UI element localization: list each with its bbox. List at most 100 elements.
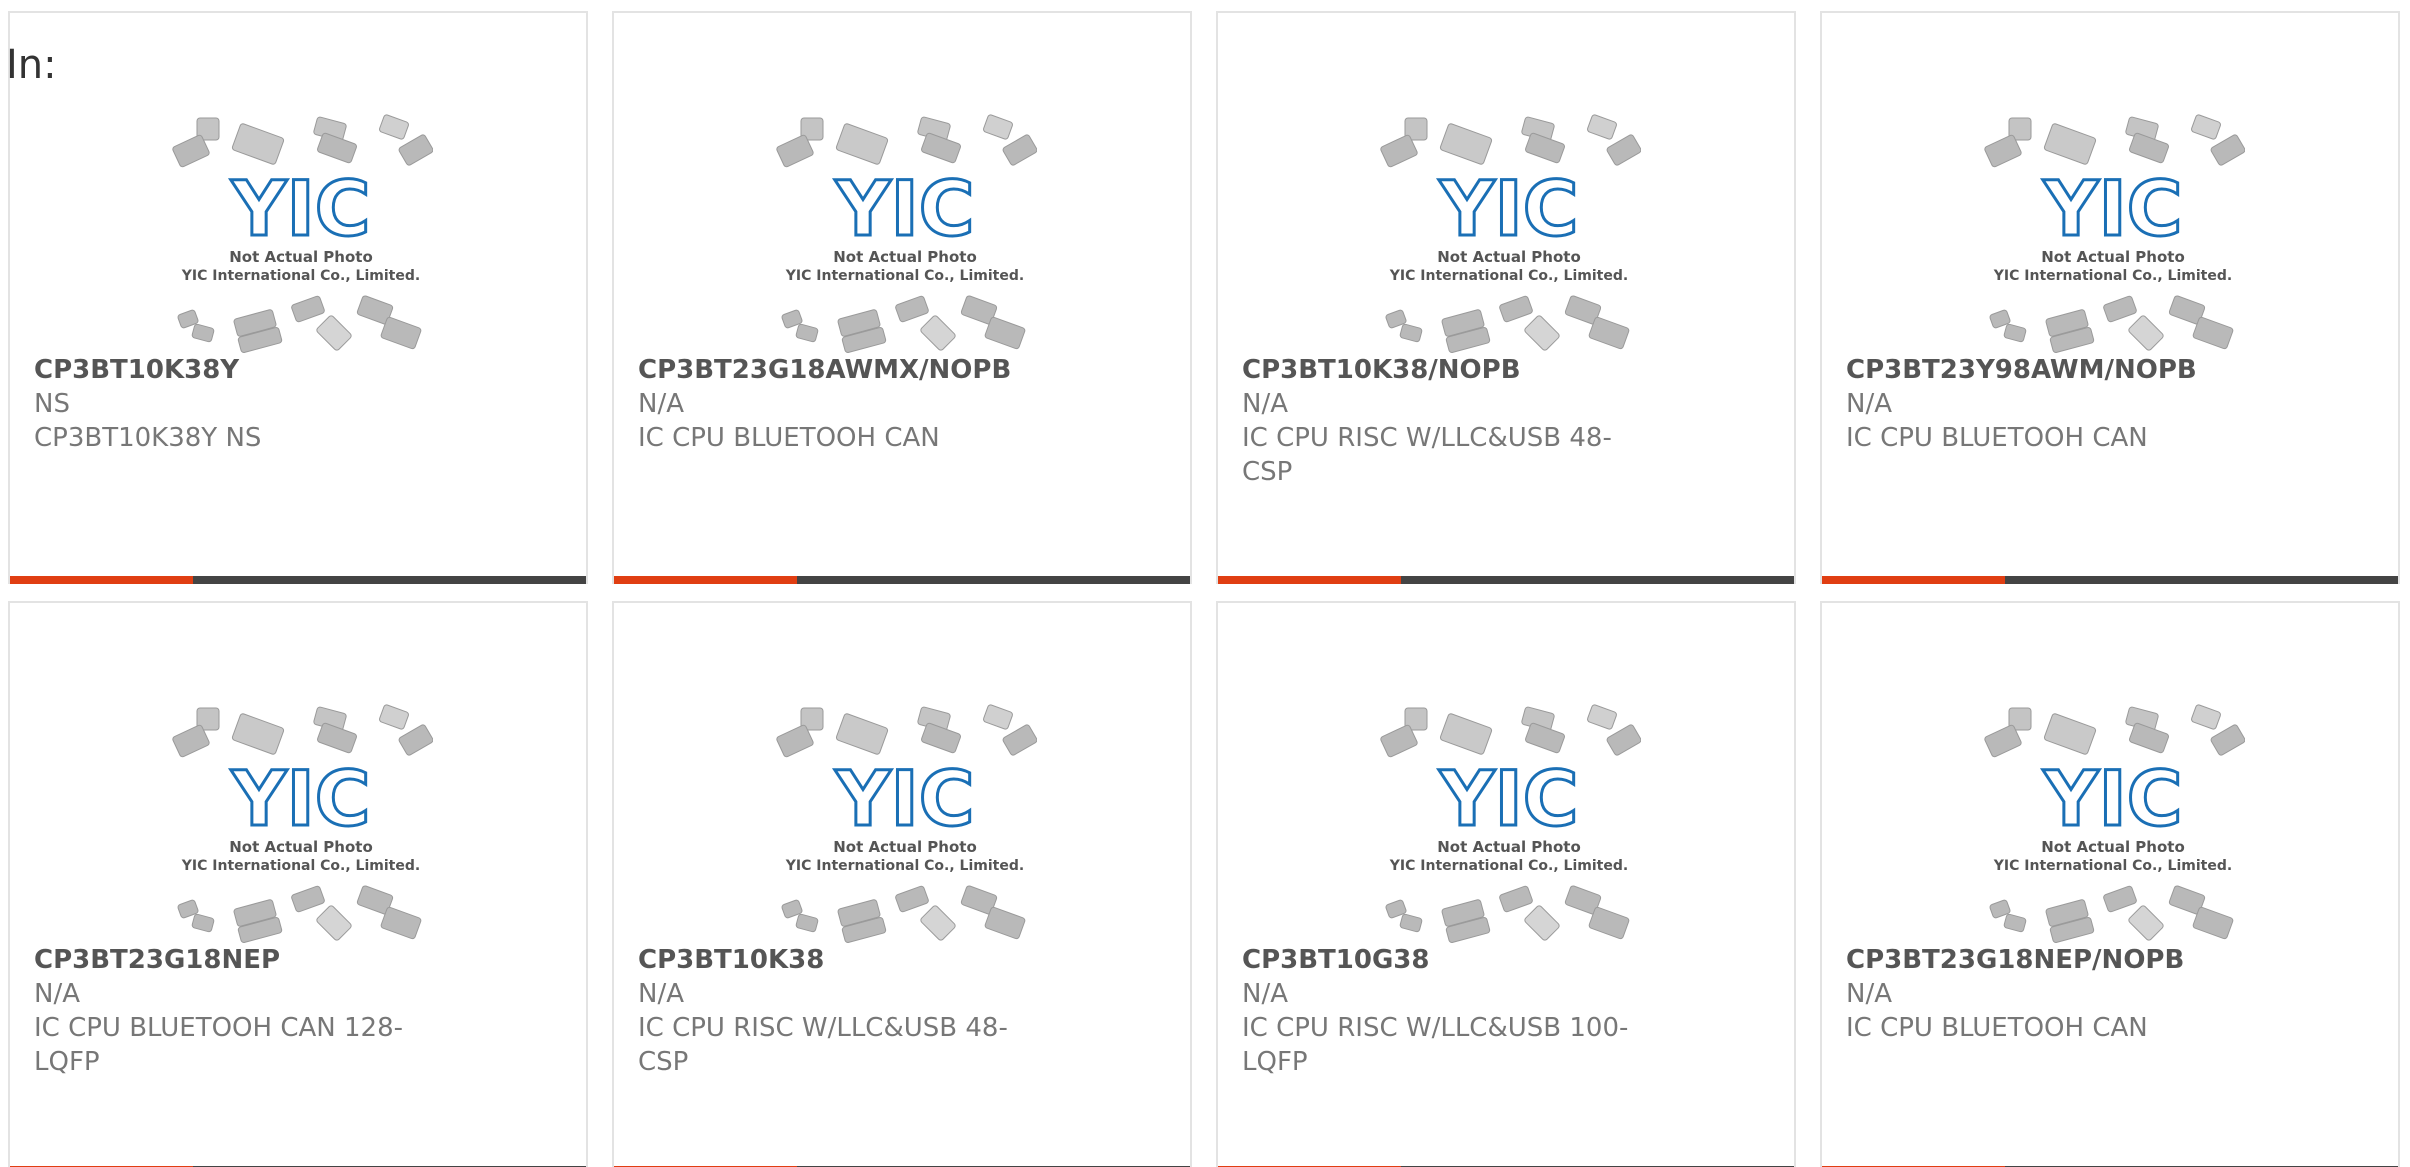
description: CP3BT10K38Y NS (34, 423, 262, 453)
description: IC CPU RISC W/LLC&USB 48-CSP (638, 1013, 1008, 1077)
chip-shape (379, 704, 409, 730)
chip-shape (2003, 913, 2027, 933)
placeholder-caption: Not Actual Photo (833, 838, 977, 856)
chip-shape (2191, 114, 2221, 140)
chip-shape (2129, 722, 2169, 754)
product-info: CP3BT23Y98AWM/NOPB N/A IC CPU BLUETOOH C… (1846, 353, 2246, 455)
chip-shape (1399, 323, 1423, 343)
part-number-link[interactable]: CP3BT10K38 (638, 943, 1038, 977)
chip-shape (920, 315, 956, 351)
manufacturer: N/A (1242, 389, 1288, 419)
chip-shape (317, 722, 357, 754)
chip-shape (1525, 722, 1565, 754)
chip-shape (2192, 316, 2234, 350)
chip-shape (983, 114, 1013, 140)
chip-shape (291, 295, 325, 323)
chip-shape (1399, 913, 1423, 933)
card-accent-bar (10, 576, 193, 584)
part-number-link[interactable]: CP3BT23G18AWMX/NOPB (638, 353, 1038, 387)
placeholder-caption: Not Actual Photo (2041, 838, 2185, 856)
part-number-link[interactable]: CP3BT23G18NEP (34, 943, 434, 977)
chip-shape (984, 906, 1026, 940)
chip-shape (2103, 885, 2137, 913)
product-image-placeholder[interactable]: YIC Not Actual Photo YIC International Co.… (169, 100, 433, 356)
placeholder-caption: YIC International Co., Limited. (785, 268, 1024, 284)
placeholder-caption: Not Actual Photo (833, 248, 977, 266)
product-card[interactable]: YIC Not Actual Photo YIC International Co.… (8, 601, 588, 1167)
description: IC CPU BLUETOOH CAN (638, 423, 940, 453)
placeholder-caption: YIC International Co., Limited. (1993, 858, 2232, 874)
product-image-placeholder[interactable]: YIC Not Actual Photo YIC International Co.… (1377, 100, 1641, 356)
product-listing-page: In: YIC Not Actual Photo YIC International… (0, 0, 2410, 1167)
product-card[interactable]: YIC Not Actual Photo YIC International Co.… (612, 601, 1192, 1167)
in-label: In: (6, 42, 57, 88)
product-card[interactable]: YIC Not Actual Photo YIC International Co.… (1820, 601, 2400, 1167)
product-card[interactable]: YIC Not Actual Photo YIC International Co.… (8, 11, 588, 584)
part-number-link[interactable]: CP3BT23Y98AWM/NOPB (1846, 353, 2246, 387)
placeholder-caption: YIC International Co., Limited. (181, 858, 420, 874)
chip-shape (1499, 885, 1533, 913)
product-info: CP3BT23G18AWMX/NOPB N/A IC CPU BLUETOOH … (638, 353, 1038, 455)
description: IC CPU RISC W/LLC&USB 48-CSP (1242, 423, 1612, 487)
chip-shape (1525, 132, 1565, 164)
chip-shape (2128, 315, 2164, 351)
product-image-placeholder[interactable]: YIC Not Actual Photo YIC International Co.… (773, 100, 1037, 356)
chip-shape (1588, 316, 1630, 350)
product-image-placeholder[interactable]: YIC Not Actual Photo YIC International Co.… (169, 690, 433, 946)
part-number-link[interactable]: CP3BT10G38 (1242, 943, 1642, 977)
product-info: CP3BT23G18NEP N/A IC CPU BLUETOOH CAN 12… (34, 943, 434, 1079)
product-info: CP3BT10K38Y NS CP3BT10K38Y NS (34, 353, 434, 455)
placeholder-caption: YIC International Co., Limited. (785, 858, 1024, 874)
manufacturer: N/A (638, 979, 684, 1009)
placeholder-graphic: YICNot Actual Photo YIC International Co.… (172, 114, 433, 353)
card-bottom-bar (1218, 576, 1794, 584)
chip-shape (984, 316, 1026, 350)
part-number-link[interactable]: CP3BT10K38Y (34, 353, 434, 387)
part-number-link[interactable]: CP3BT23G18NEP/NOPB (1846, 943, 2246, 977)
product-card[interactable]: YIC Not Actual Photo YIC International Co.… (1216, 11, 1796, 584)
chip-shape (1587, 114, 1617, 140)
product-card[interactable]: YIC Not Actual Photo YIC International Co.… (612, 11, 1192, 584)
placeholder-graphic: YICNot Actual Photo YIC International Co.… (1984, 114, 2245, 353)
chip-shape (317, 132, 357, 164)
manufacturer: N/A (1242, 979, 1288, 1009)
chip-shape (2103, 295, 2137, 323)
product-grid: YIC Not Actual Photo YIC International Co.… (8, 11, 2400, 1167)
chip-shape (316, 315, 352, 351)
chip-shape (835, 713, 889, 755)
yic-logo-icon: YIC (834, 754, 974, 843)
chip-shape (2043, 123, 2097, 165)
chip-shape (291, 885, 325, 913)
card-accent-bar (1218, 576, 1401, 584)
placeholder-caption: Not Actual Photo (1437, 838, 1581, 856)
product-image-placeholder[interactable]: YIC Not Actual Photo YIC International Co.… (1981, 100, 2245, 356)
product-card[interactable]: YIC Not Actual Photo YIC International Co.… (1820, 11, 2400, 584)
chip-shape (1439, 123, 1493, 165)
chip-shape (2191, 704, 2221, 730)
chip-shape (1524, 905, 1560, 941)
yic-logo-icon: YIC (230, 164, 370, 253)
chip-shape (795, 913, 819, 933)
yic-logo-icon: YIC (2042, 754, 2182, 843)
part-number-link[interactable]: CP3BT10K38/NOPB (1242, 353, 1642, 387)
yic-logo-icon: YIC (230, 754, 370, 843)
product-image-placeholder[interactable]: YIC Not Actual Photo YIC International Co.… (773, 690, 1037, 946)
placeholder-graphic: YICNot Actual Photo YIC International Co.… (776, 704, 1037, 943)
chip-shape (1524, 315, 1560, 351)
product-image-placeholder[interactable]: YIC Not Actual Photo YIC International Co.… (1377, 690, 1641, 946)
card-bottom-bar (614, 576, 1190, 584)
manufacturer: N/A (1846, 389, 1892, 419)
chip-shape (379, 114, 409, 140)
chip-shape (1439, 713, 1493, 755)
placeholder-caption: YIC International Co., Limited. (1389, 268, 1628, 284)
chip-shape (316, 905, 352, 941)
description: IC CPU BLUETOOH CAN 128-LQFP (34, 1013, 403, 1077)
placeholder-caption: YIC International Co., Limited. (1389, 858, 1628, 874)
card-bottom-bar (1822, 576, 2398, 584)
chip-shape (895, 885, 929, 913)
product-card[interactable]: YIC Not Actual Photo YIC International Co.… (1216, 601, 1796, 1167)
product-info: CP3BT10K38 N/A IC CPU RISC W/LLC&USB 48-… (638, 943, 1038, 1079)
chip-shape (1587, 704, 1617, 730)
product-image-placeholder[interactable]: YIC Not Actual Photo YIC International Co.… (1981, 690, 2245, 946)
placeholder-graphic: YICNot Actual Photo YIC International Co.… (1984, 704, 2245, 943)
